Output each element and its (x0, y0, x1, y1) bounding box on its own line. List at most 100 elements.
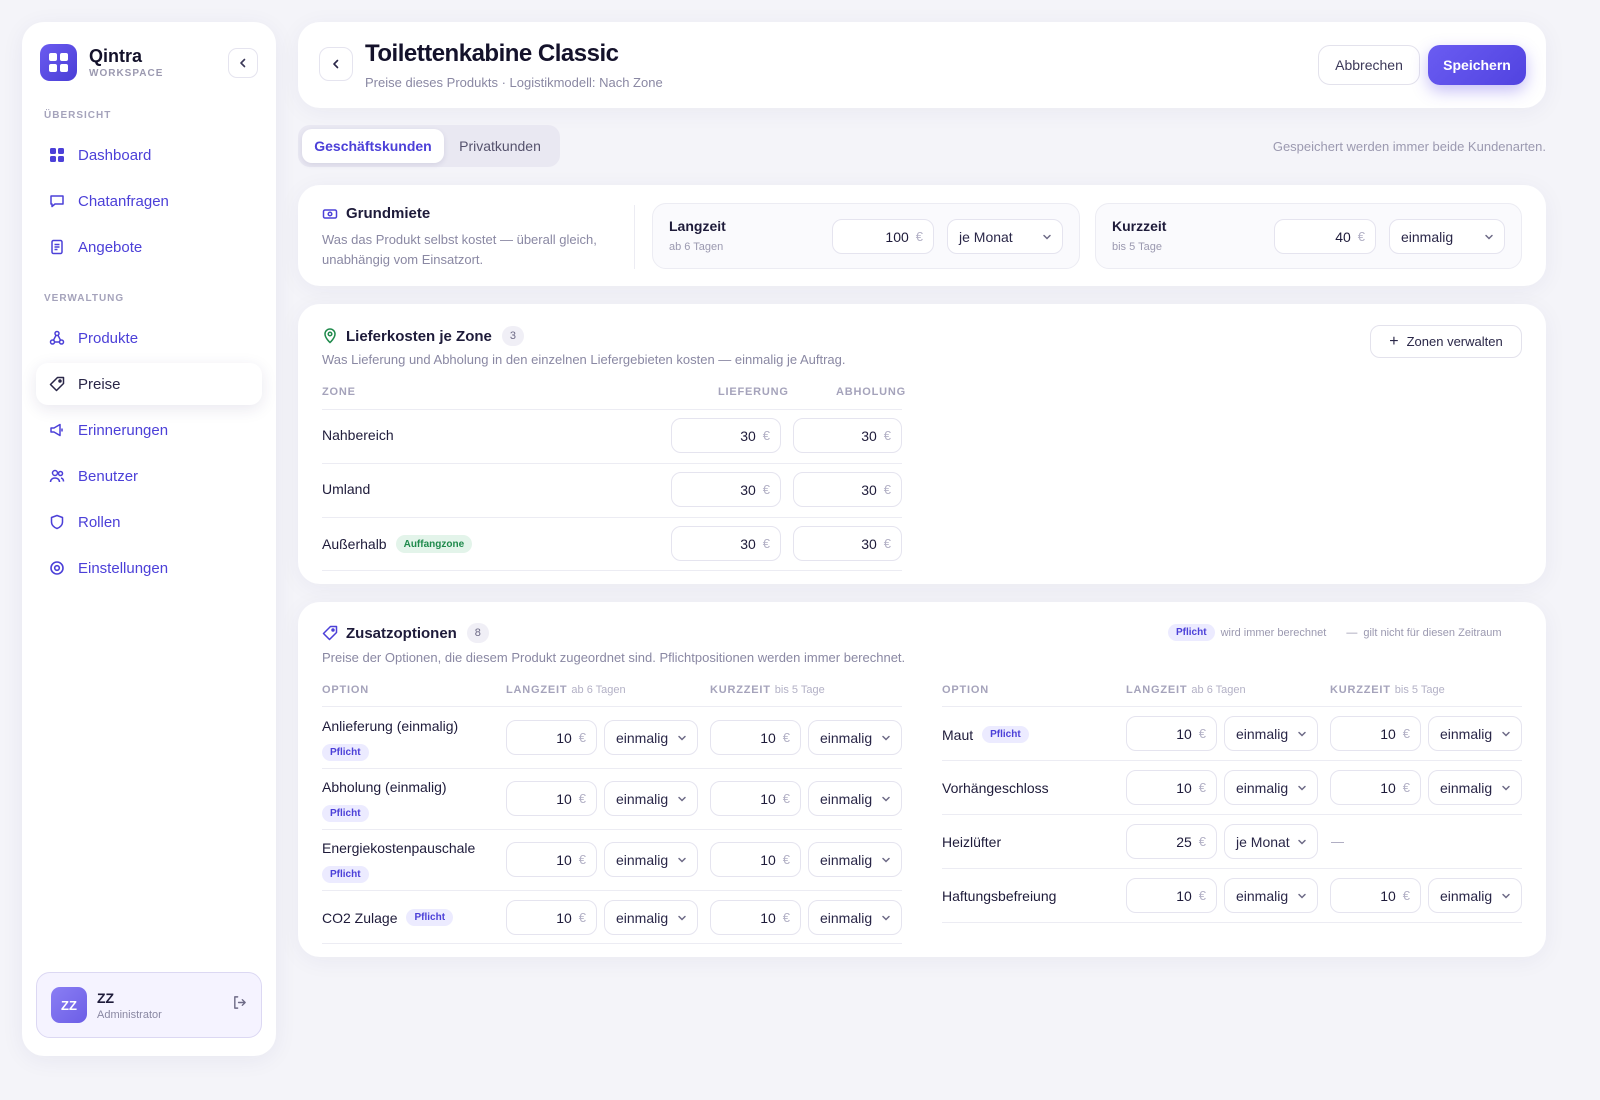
abholung-input[interactable]: 30 € (793, 526, 902, 561)
kurzzeit-unit-select[interactable]: einmalig (808, 781, 902, 816)
customer-type-tabs: Geschäftskunden Privatkunden (298, 125, 560, 167)
chevron-down-icon (1485, 234, 1493, 240)
chevron-down-icon (1298, 893, 1306, 899)
kurzzeit-price-input[interactable]: 10 € (710, 781, 801, 816)
langzeit-price-input[interactable]: 10 € (1126, 770, 1217, 805)
kurzzeit-price-input[interactable]: 10 € (1330, 770, 1421, 805)
abholung-input[interactable]: 30 € (793, 418, 902, 453)
divider (322, 829, 902, 830)
option-name: Anlieferung (einmalig) (322, 718, 459, 734)
legend-dash: — (1346, 626, 1358, 639)
langzeit-unit-select[interactable]: je Monat (1224, 824, 1318, 859)
sidebar-item-benutzer[interactable]: Benutzer (36, 455, 262, 497)
users-icon (48, 467, 66, 485)
kurzzeit-price-input[interactable]: 10 € (1330, 878, 1421, 913)
kurzzeit-unit-select[interactable]: einmalig (808, 720, 902, 755)
sidebar-item-label: Produkte (78, 329, 139, 347)
sidebar-item-label: Chatanfragen (78, 192, 169, 210)
abholung-input[interactable]: 30 € (793, 472, 902, 507)
settings-icon (48, 559, 66, 577)
lieferkosten-title: Lieferkosten je Zone 3 (322, 326, 524, 346)
user-role: Administrator (97, 1008, 162, 1021)
divider (942, 868, 1522, 869)
sidebar-item-rollen[interactable]: Rollen (36, 501, 262, 543)
grid-icon (48, 146, 66, 164)
kurzzeit-price-input[interactable]: 40 € (1274, 219, 1376, 254)
logout-icon[interactable] (232, 995, 247, 1013)
kurzzeit-price-input[interactable]: 10 € (710, 720, 801, 755)
sidebar-item-angebote[interactable]: Angebote (36, 226, 262, 268)
tab-privatkunden[interactable]: Privatkunden (444, 129, 556, 163)
option-name: Abholung (einmalig) (322, 779, 447, 795)
kurzzeit-unit-select[interactable]: einmalig (1428, 716, 1522, 751)
tab-geschaeftskunden[interactable]: Geschäftskunden (302, 129, 444, 163)
chevron-down-icon (1043, 234, 1051, 240)
lieferung-input[interactable]: 30 € (671, 472, 781, 507)
kurzzeit-price-input[interactable]: 10 € (1330, 716, 1421, 751)
option-name: Vorhängeschloss (942, 780, 1049, 796)
auffangzone-badge: Auffangzone (395, 535, 473, 553)
langzeit-unit-select[interactable]: einmalig (604, 900, 698, 935)
legend: Pflicht wird immer berechnet — gilt nich… (1168, 624, 1502, 641)
kurzzeit-unit-select[interactable]: einmalig (808, 900, 902, 935)
langzeit-price-input[interactable]: 10 € (506, 720, 597, 755)
lieferung-input[interactable]: 30 € (671, 526, 781, 561)
divider (322, 570, 902, 571)
langzeit-unit-select[interactable]: einmalig (1224, 716, 1318, 751)
kurzzeit-price-input[interactable]: 10 € (710, 842, 801, 877)
chevron-down-icon (1298, 839, 1306, 845)
divider (322, 463, 902, 464)
brand[interactable]: Qintra WORKSPACE (40, 44, 163, 81)
pflicht-badge: Pflicht (1168, 624, 1215, 641)
sidebar-item-label: Angebote (78, 238, 143, 256)
sidebar-item-erinnerungen[interactable]: Erinnerungen (36, 409, 262, 451)
langzeit-price-input[interactable]: 100 € (832, 219, 934, 254)
langzeit-price-input[interactable]: 10 € (506, 900, 597, 935)
tag-icon (322, 625, 338, 641)
langzeit-unit-select[interactable]: einmalig (604, 781, 698, 816)
sidebar-item-preise[interactable]: Preise (36, 363, 262, 405)
app-name: Qintra (89, 46, 143, 66)
kurzzeit-unit-select[interactable]: einmalig (1389, 219, 1505, 254)
langzeit-unit-select[interactable]: einmalig (1224, 878, 1318, 913)
kurzzeit-label: Kurzzeit (1112, 218, 1167, 234)
sidebar-item-chatanfragen[interactable]: Chatanfragen (36, 180, 262, 222)
user-card[interactable]: ZZ ZZ Administrator (36, 972, 262, 1038)
section-label-overview: ÜBERSICHT (44, 110, 112, 121)
nodes-icon (48, 329, 66, 347)
col-kurzzeit: KURZZEIT bis 5 Tage (1330, 684, 1445, 696)
langzeit-price-input[interactable]: 10 € (1126, 878, 1217, 913)
sidebar-item-label: Rollen (78, 513, 121, 531)
option-name: CO2 Zulage Pflicht (322, 909, 454, 926)
langzeit-unit-select[interactable]: einmalig (604, 720, 698, 755)
lieferung-input[interactable]: 30 € (671, 418, 781, 453)
collapse-sidebar-button[interactable] (228, 48, 258, 78)
save-button[interactable]: Speichern (1428, 45, 1526, 85)
kurzzeit-unit-select[interactable]: einmalig (1428, 878, 1522, 913)
langzeit-price-input[interactable]: 10 € (1126, 716, 1217, 751)
kurzzeit-unit-select[interactable]: einmalig (1428, 770, 1522, 805)
lieferkosten-desc: Was Lieferung und Abholung in den einzel… (322, 352, 846, 367)
pflicht-badge: Pflicht (322, 864, 369, 883)
money-icon (322, 206, 338, 222)
col-abholung: ABHOLUNG (836, 386, 906, 398)
manage-zones-button[interactable]: + Zonen verwalten (1370, 325, 1522, 358)
langzeit-price-input[interactable]: 25 € (1126, 824, 1217, 859)
pflicht-badge: Pflicht (982, 726, 1029, 743)
sidebar-item-einstellungen[interactable]: Einstellungen (36, 547, 262, 589)
langzeit-unit-select[interactable]: je Monat (947, 219, 1063, 254)
option-count-badge: 8 (466, 623, 489, 643)
langzeit-price-input[interactable]: 10 € (506, 842, 597, 877)
divider (942, 922, 1522, 923)
kurzzeit-price-input[interactable]: 10 € (710, 900, 801, 935)
back-button[interactable] (319, 47, 353, 81)
divider (322, 517, 902, 518)
chevron-down-icon (1502, 731, 1510, 737)
langzeit-unit-select[interactable]: einmalig (604, 842, 698, 877)
langzeit-price-input[interactable]: 10 € (506, 781, 597, 816)
langzeit-unit-select[interactable]: einmalig (1224, 770, 1318, 805)
cancel-button[interactable]: Abbrechen (1318, 45, 1420, 85)
sidebar-item-produkte[interactable]: Produkte (36, 317, 262, 359)
kurzzeit-unit-select[interactable]: einmalig (808, 842, 902, 877)
sidebar-item-dashboard[interactable]: Dashboard (36, 134, 262, 176)
